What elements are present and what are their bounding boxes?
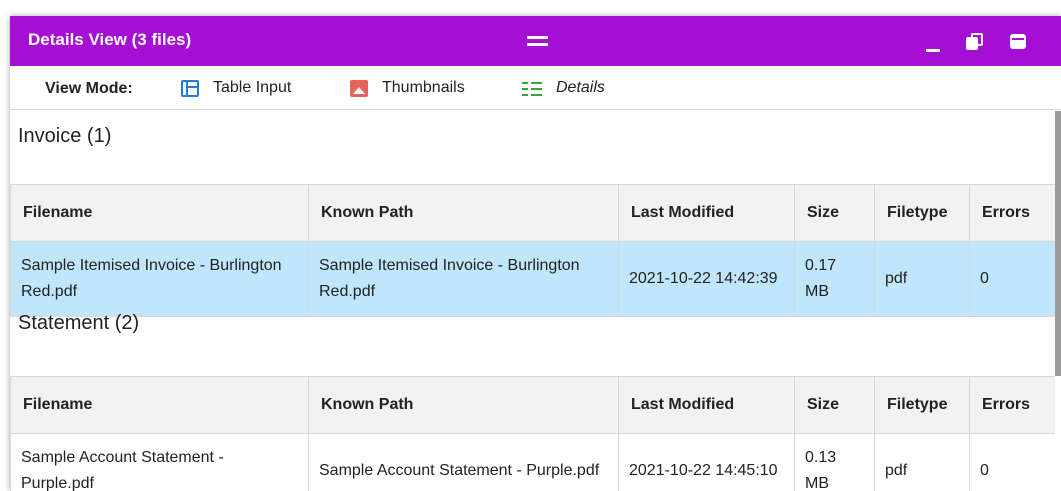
checklist-icon bbox=[522, 80, 542, 97]
table-header-row: Filename Known Path Last Modified Size F… bbox=[10, 376, 1055, 434]
cell-filename: Sample Itemised Invoice - Burlington Red… bbox=[10, 241, 309, 317]
cell-size: 0.17 MB bbox=[794, 241, 875, 317]
image-icon bbox=[350, 79, 368, 97]
cell-filetype: pdf bbox=[874, 241, 970, 317]
cell-last-modified: 2021-10-22 14:45:10 bbox=[618, 433, 795, 491]
table-header-row: Filename Known Path Last Modified Size F… bbox=[10, 184, 1055, 242]
column-header-filename[interactable]: Filename bbox=[10, 376, 309, 434]
group-title-statement: Statement (2) bbox=[18, 312, 140, 334]
view-mode-thumbnails[interactable]: Thumbnails bbox=[350, 77, 465, 99]
cell-known-path: Sample Itemised Invoice - Burlington Red… bbox=[308, 241, 619, 317]
view-mode-option-label: Table Input bbox=[213, 79, 292, 96]
column-header-size[interactable]: Size bbox=[794, 184, 875, 242]
cell-errors: 0 bbox=[969, 241, 1055, 317]
menu-icon[interactable] bbox=[527, 36, 548, 46]
vertical-scrollbar[interactable] bbox=[1055, 111, 1061, 376]
statement-table: Filename Known Path Last Modified Size F… bbox=[10, 376, 1055, 491]
column-header-errors[interactable]: Errors bbox=[969, 184, 1055, 242]
column-header-filetype[interactable]: Filetype bbox=[874, 184, 970, 242]
table-icon bbox=[181, 79, 199, 97]
view-mode-option-label: Thumbnails bbox=[382, 79, 465, 96]
column-header-last-modified[interactable]: Last Modified bbox=[618, 184, 795, 242]
invoice-table: Filename Known Path Last Modified Size F… bbox=[10, 184, 1055, 317]
details-content[interactable]: Invoice (1) Filename Known Path Last Mod… bbox=[10, 111, 1055, 491]
view-mode-details[interactable]: Details bbox=[522, 77, 605, 99]
minimize-icon bbox=[926, 49, 940, 52]
cell-size: 0.13 MB bbox=[794, 433, 875, 491]
column-header-known-path[interactable]: Known Path bbox=[308, 376, 619, 434]
column-header-filetype[interactable]: Filetype bbox=[874, 376, 970, 434]
cell-filename: Sample Account Statement - Purple.pdf bbox=[10, 433, 309, 491]
minimize-button[interactable] bbox=[915, 16, 951, 66]
cell-errors: 0 bbox=[969, 433, 1055, 491]
column-header-errors[interactable]: Errors bbox=[969, 376, 1055, 434]
maximize-button[interactable] bbox=[1000, 16, 1036, 66]
cell-filetype: pdf bbox=[874, 433, 970, 491]
cell-known-path: Sample Account Statement - Purple.pdf bbox=[308, 433, 619, 491]
column-header-known-path[interactable]: Known Path bbox=[308, 184, 619, 242]
column-header-filename[interactable]: Filename bbox=[10, 184, 309, 242]
window-title: Details View (3 files) bbox=[28, 30, 192, 49]
table-row[interactable]: Sample Account Statement - Purple.pdf Sa… bbox=[10, 433, 1055, 491]
view-mode-label: View Mode: bbox=[45, 80, 133, 97]
view-mode-table-input[interactable]: Table Input bbox=[181, 77, 291, 99]
column-header-last-modified[interactable]: Last Modified bbox=[618, 376, 795, 434]
group-title-invoice: Invoice (1) bbox=[18, 125, 112, 147]
view-mode-option-label: Details bbox=[556, 79, 605, 96]
table-row[interactable]: Sample Itemised Invoice - Burlington Red… bbox=[10, 241, 1055, 317]
maximize-icon bbox=[1010, 34, 1026, 49]
restore-button[interactable] bbox=[955, 16, 991, 66]
title-bar[interactable]: Details View (3 files) bbox=[10, 16, 1061, 66]
details-view-window: Details View (3 files) View Mode: Table … bbox=[10, 16, 1061, 491]
view-mode-bar: View Mode: Table Input Thumbnails Detail… bbox=[10, 66, 1061, 110]
column-header-size[interactable]: Size bbox=[794, 376, 875, 434]
cell-last-modified: 2021-10-22 14:42:39 bbox=[618, 241, 795, 317]
